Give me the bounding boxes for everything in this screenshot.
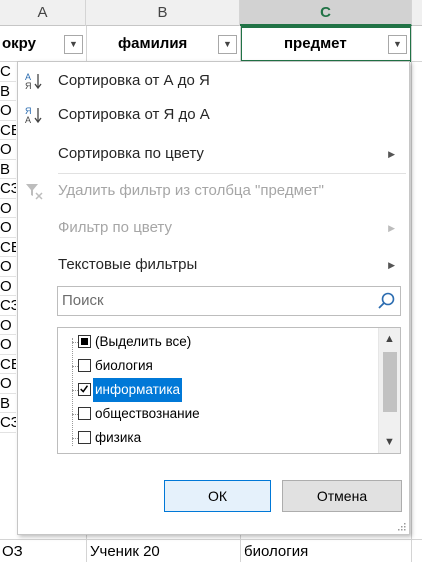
sort-by-color-label: Сортировка по цвету <box>58 145 204 162</box>
list-item-informatika[interactable]: информатика <box>58 378 368 402</box>
dropdown-arrow-icon: ▼ <box>223 39 232 49</box>
autofilter-menu: А Я Сортировка от А до Я Я А Сортировка … <box>17 61 410 535</box>
cell-okrug-fragment[interactable]: О <box>0 218 16 238</box>
checkbox-fizika[interactable] <box>78 431 91 444</box>
list-item-fizika[interactable]: физика <box>58 426 368 450</box>
sort-descending-label: Сортировка от Я до А <box>58 106 210 123</box>
column-header-row: A B C <box>0 0 422 26</box>
cell-okrug[interactable]: ОЗ <box>2 540 23 562</box>
cell-okrug-fragment[interactable]: С <box>0 62 16 82</box>
cell-okrug-fragment[interactable]: О <box>0 316 16 335</box>
list-item-label: информатика <box>93 378 183 402</box>
cell-okrug-fragment[interactable]: О <box>0 101 16 121</box>
cell-okrug-fragment[interactable]: СВ <box>0 238 16 257</box>
list-item-label: биология <box>95 358 153 373</box>
svg-text:Я: Я <box>25 81 32 91</box>
column-header-a[interactable]: A <box>0 0 86 26</box>
cell-okrug-fragment[interactable]: О <box>0 257 16 277</box>
active-cell-border <box>240 26 412 62</box>
cell-okrug-fragment[interactable]: СЗ <box>0 179 16 199</box>
column-a-cells: СВОСВОВСЗООСВООСЗООСВОВСЗ <box>0 62 16 433</box>
cell-familiya[interactable]: Ученик 20 <box>90 540 160 562</box>
cell-okrug-fragment[interactable]: СЗ <box>0 296 16 316</box>
sort-za-icon: Я А <box>25 106 42 125</box>
checkmark-icon <box>80 385 89 393</box>
filter-dropdown-b[interactable]: ▼ <box>218 35 237 54</box>
list-item-label: физика <box>95 430 142 445</box>
cell-okrug-fragment[interactable]: О <box>0 199 16 218</box>
menu-separator <box>58 173 406 174</box>
submenu-arrow-icon: ▶ <box>388 223 395 233</box>
resize-grip-icon[interactable] <box>398 523 406 531</box>
scroll-down-icon[interactable]: ▼ <box>379 433 400 451</box>
cell-okrug-fragment[interactable]: О <box>0 374 16 394</box>
text-filters-label: Текстовые фильтры <box>58 256 198 273</box>
filter-by-color-item[interactable]: Фильтр по цвету ▶ <box>18 213 409 243</box>
cell-okrug-fragment[interactable]: В <box>0 160 16 179</box>
cell-okrug-fragment[interactable]: В <box>0 82 16 101</box>
list-item-obshchestvoznanie[interactable]: обществознание <box>58 402 368 426</box>
cell-predmet[interactable]: биология <box>244 540 308 562</box>
list-scrollbar[interactable]: ▲ ▼ <box>378 328 400 453</box>
cancel-button[interactable]: Отмена <box>282 480 402 512</box>
submenu-arrow-icon: ▶ <box>388 260 395 270</box>
table-row: ОЗ Ученик 20 биология <box>0 539 422 562</box>
cell-okrug-fragment[interactable]: О <box>0 277 16 296</box>
checkbox-biologiya[interactable] <box>78 359 91 372</box>
list-item-label: (Выделить все) <box>95 334 192 349</box>
search-icon[interactable] <box>376 291 396 311</box>
cell-okrug-fragment[interactable]: О <box>0 140 16 160</box>
column-header-c[interactable]: C <box>240 0 412 26</box>
gridline <box>411 26 412 562</box>
sort-az-icon: А Я <box>25 72 42 91</box>
clear-filter-item[interactable]: Удалить фильтр из столбца "предмет" <box>18 176 409 206</box>
list-item-select-all[interactable]: (Выделить все) <box>58 330 368 354</box>
scrollbar-thumb[interactable] <box>383 352 397 412</box>
filter-by-color-label: Фильтр по цвету <box>58 219 172 236</box>
header-cell-okrug[interactable]: окру <box>2 26 36 62</box>
sort-ascending-label: Сортировка от А до Я <box>58 72 210 89</box>
search-input[interactable]: Поиск <box>57 286 401 316</box>
column-header-b[interactable]: B <box>86 0 240 26</box>
sort-descending-item[interactable]: Я А Сортировка от Я до А <box>18 100 409 130</box>
sort-by-color-item[interactable]: Сортировка по цвету ▶ <box>18 139 409 169</box>
cell-okrug-fragment[interactable]: СВ <box>0 355 16 374</box>
checkbox-obshchestvoznanie[interactable] <box>78 407 91 420</box>
clear-filter-icon <box>26 184 43 200</box>
sort-ascending-item[interactable]: А Я Сортировка от А до Я <box>18 66 409 96</box>
filter-values-list: (Выделить все) биология информатика обще… <box>57 327 401 454</box>
filter-dropdown-a[interactable]: ▼ <box>64 35 83 54</box>
submenu-arrow-icon: ▶ <box>388 149 395 159</box>
cell-okrug-fragment[interactable]: СВ <box>0 121 16 140</box>
cell-okrug-fragment[interactable]: В <box>0 394 16 413</box>
cell-okrug-fragment[interactable]: О <box>0 335 16 355</box>
text-filters-item[interactable]: Текстовые фильтры ▶ <box>18 250 409 280</box>
header-cell-familiya[interactable]: фамилия <box>118 26 187 62</box>
partial-check-icon <box>81 338 88 345</box>
checkbox-informatika[interactable] <box>78 383 91 396</box>
checkbox-select-all[interactable] <box>78 335 91 348</box>
cell-okrug-fragment[interactable]: СЗ <box>0 413 16 433</box>
search-placeholder: Поиск <box>62 292 104 309</box>
list-item-label: обществознание <box>95 406 200 421</box>
ok-button[interactable]: ОК <box>164 480 271 512</box>
list-item-biologiya[interactable]: биология <box>58 354 368 378</box>
scroll-up-icon[interactable]: ▲ <box>379 330 400 348</box>
clear-filter-label: Удалить фильтр из столбца "предмет" <box>58 182 324 199</box>
svg-text:А: А <box>25 115 31 125</box>
dropdown-arrow-icon: ▼ <box>69 39 78 49</box>
